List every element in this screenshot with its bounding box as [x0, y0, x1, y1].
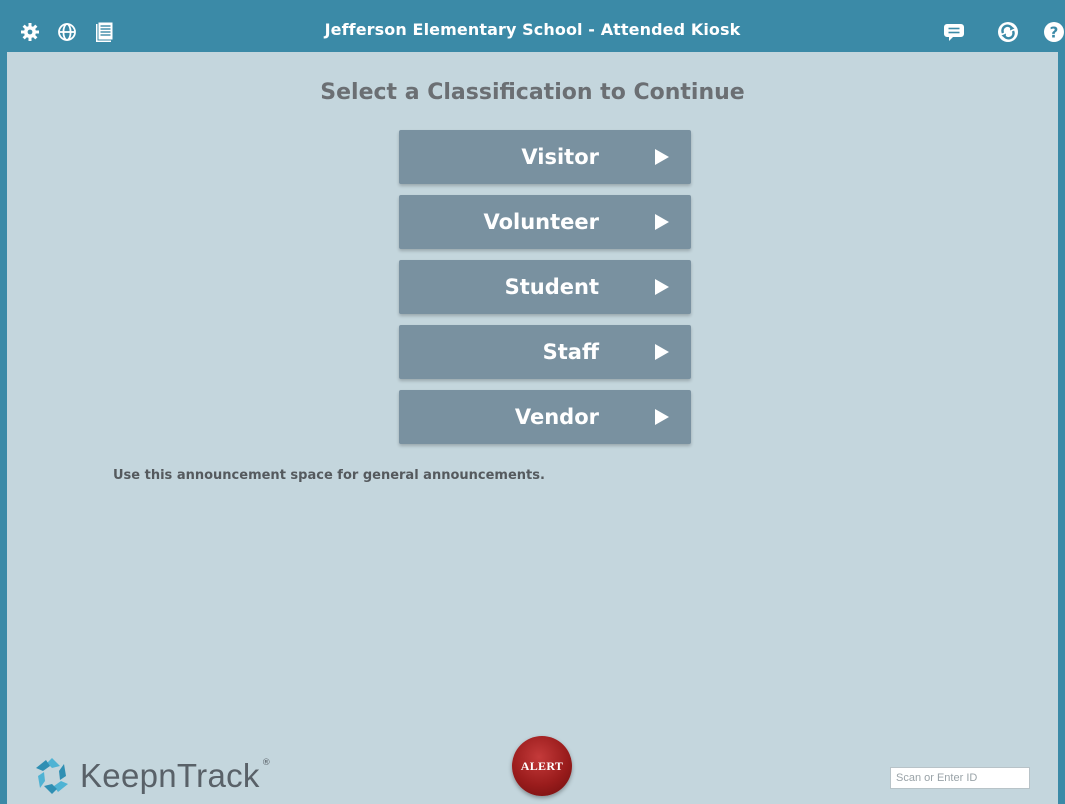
globe-icon[interactable]	[55, 20, 79, 44]
left-frame-edge	[0, 0, 7, 804]
gear-icon[interactable]	[18, 20, 42, 44]
alert-button[interactable]: ALERT	[512, 736, 572, 796]
visitor-label: Visitor	[521, 145, 599, 169]
registered-mark: ®	[261, 758, 271, 768]
logo-text: KeepnTrack	[80, 757, 260, 794]
keepntrack-logo: KeepnTrack ®	[30, 752, 271, 800]
top-bar: Jefferson Elementary School - Attended K…	[0, 0, 1065, 52]
vendor-label: Vendor	[514, 405, 599, 429]
play-arrow-icon	[655, 409, 669, 425]
staff-button[interactable]: Staff	[399, 325, 691, 379]
right-frame-edge	[1058, 0, 1065, 804]
help-icon[interactable]: ?	[1043, 20, 1065, 44]
volunteer-label: Volunteer	[483, 210, 599, 234]
visitor-button[interactable]: Visitor	[399, 130, 691, 184]
vendor-button[interactable]: Vendor	[399, 390, 691, 444]
student-button[interactable]: Student	[399, 260, 691, 314]
student-label: Student	[504, 275, 599, 299]
play-arrow-icon	[655, 149, 669, 165]
logo-mark-icon	[36, 758, 68, 794]
kiosk-title: Jefferson Elementary School - Attended K…	[324, 20, 741, 39]
play-arrow-icon	[655, 344, 669, 360]
classification-list: Visitor Volunteer Student Staff Vendor	[399, 130, 691, 455]
document-icon[interactable]	[92, 20, 116, 44]
volunteer-button[interactable]: Volunteer	[399, 195, 691, 249]
alert-label: ALERT	[520, 758, 564, 773]
page-heading: Select a Classification to Continue	[320, 80, 745, 105]
staff-label: Staff	[542, 340, 599, 364]
announcement-text: Use this announcement space for general …	[113, 468, 545, 483]
svg-text:?: ?	[1050, 24, 1059, 42]
play-arrow-icon	[655, 279, 669, 295]
scan-id-input[interactable]	[890, 767, 1030, 789]
refresh-icon[interactable]	[996, 20, 1020, 44]
chat-icon[interactable]	[942, 20, 966, 44]
play-arrow-icon	[655, 214, 669, 230]
